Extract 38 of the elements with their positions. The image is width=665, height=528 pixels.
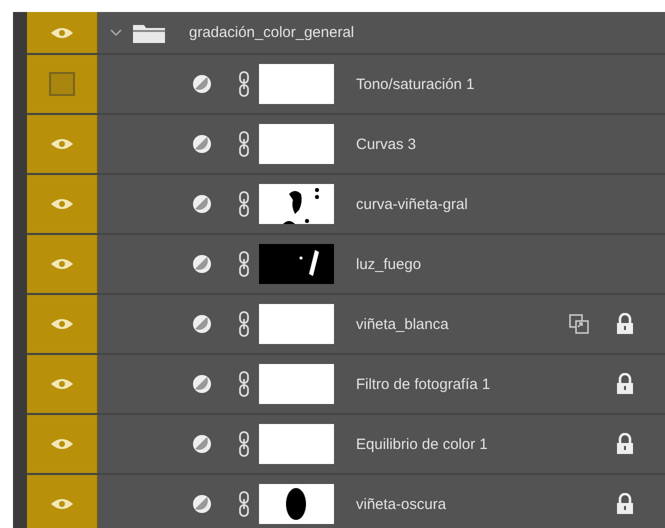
lock-icon[interactable] <box>615 433 635 455</box>
mask-thumbnail[interactable] <box>259 424 334 464</box>
group-name[interactable]: gradación_color_general <box>189 24 354 41</box>
layer-name[interactable]: curva-viñeta-gral <box>356 196 468 212</box>
adjustment-icon[interactable] <box>192 434 212 454</box>
link-icon[interactable] <box>238 311 250 337</box>
mask-thumbnail[interactable] <box>259 304 334 344</box>
link-icon[interactable] <box>238 251 250 277</box>
layer-name[interactable]: luz_fuego <box>356 256 422 272</box>
layer-name[interactable]: Tono/saturación 1 <box>356 76 474 92</box>
link-icon[interactable] <box>238 371 250 397</box>
adjustment-icon[interactable] <box>192 314 212 334</box>
layer-name[interactable]: viñeta-oscura <box>356 496 446 512</box>
mask-thumbnail[interactable] <box>259 244 334 284</box>
adjustment-icon[interactable] <box>192 374 212 394</box>
lock-icon[interactable] <box>615 493 635 515</box>
mask-thumbnail[interactable] <box>259 184 334 224</box>
layer-name[interactable]: Curvas 3 <box>356 136 416 152</box>
link-icon[interactable] <box>238 491 250 517</box>
layer-name[interactable]: Filtro de fotografía 1 <box>356 376 490 392</box>
lock-icon[interactable] <box>615 373 635 395</box>
adjustment-icon[interactable] <box>192 254 212 274</box>
layer-name[interactable]: Equilibrio de color 1 <box>356 436 488 452</box>
layer-name[interactable]: viñeta_blanca <box>356 316 449 332</box>
mask-thumbnail[interactable] <box>259 64 334 104</box>
lock-icon[interactable] <box>615 313 635 335</box>
adjustment-icon[interactable] <box>192 134 212 154</box>
link-icon[interactable] <box>238 71 250 97</box>
link-icon[interactable] <box>238 131 250 157</box>
link-icon[interactable] <box>238 431 250 457</box>
mask-thumbnail[interactable] <box>259 484 334 524</box>
mask-thumbnail[interactable] <box>259 364 334 404</box>
adjustment-icon[interactable] <box>192 74 212 94</box>
mask-thumbnail[interactable] <box>259 124 334 164</box>
link-icon[interactable] <box>238 191 250 217</box>
adjustment-icon[interactable] <box>192 494 212 514</box>
chevron-icon[interactable] <box>110 28 122 36</box>
adjustment-icon[interactable] <box>192 194 212 214</box>
